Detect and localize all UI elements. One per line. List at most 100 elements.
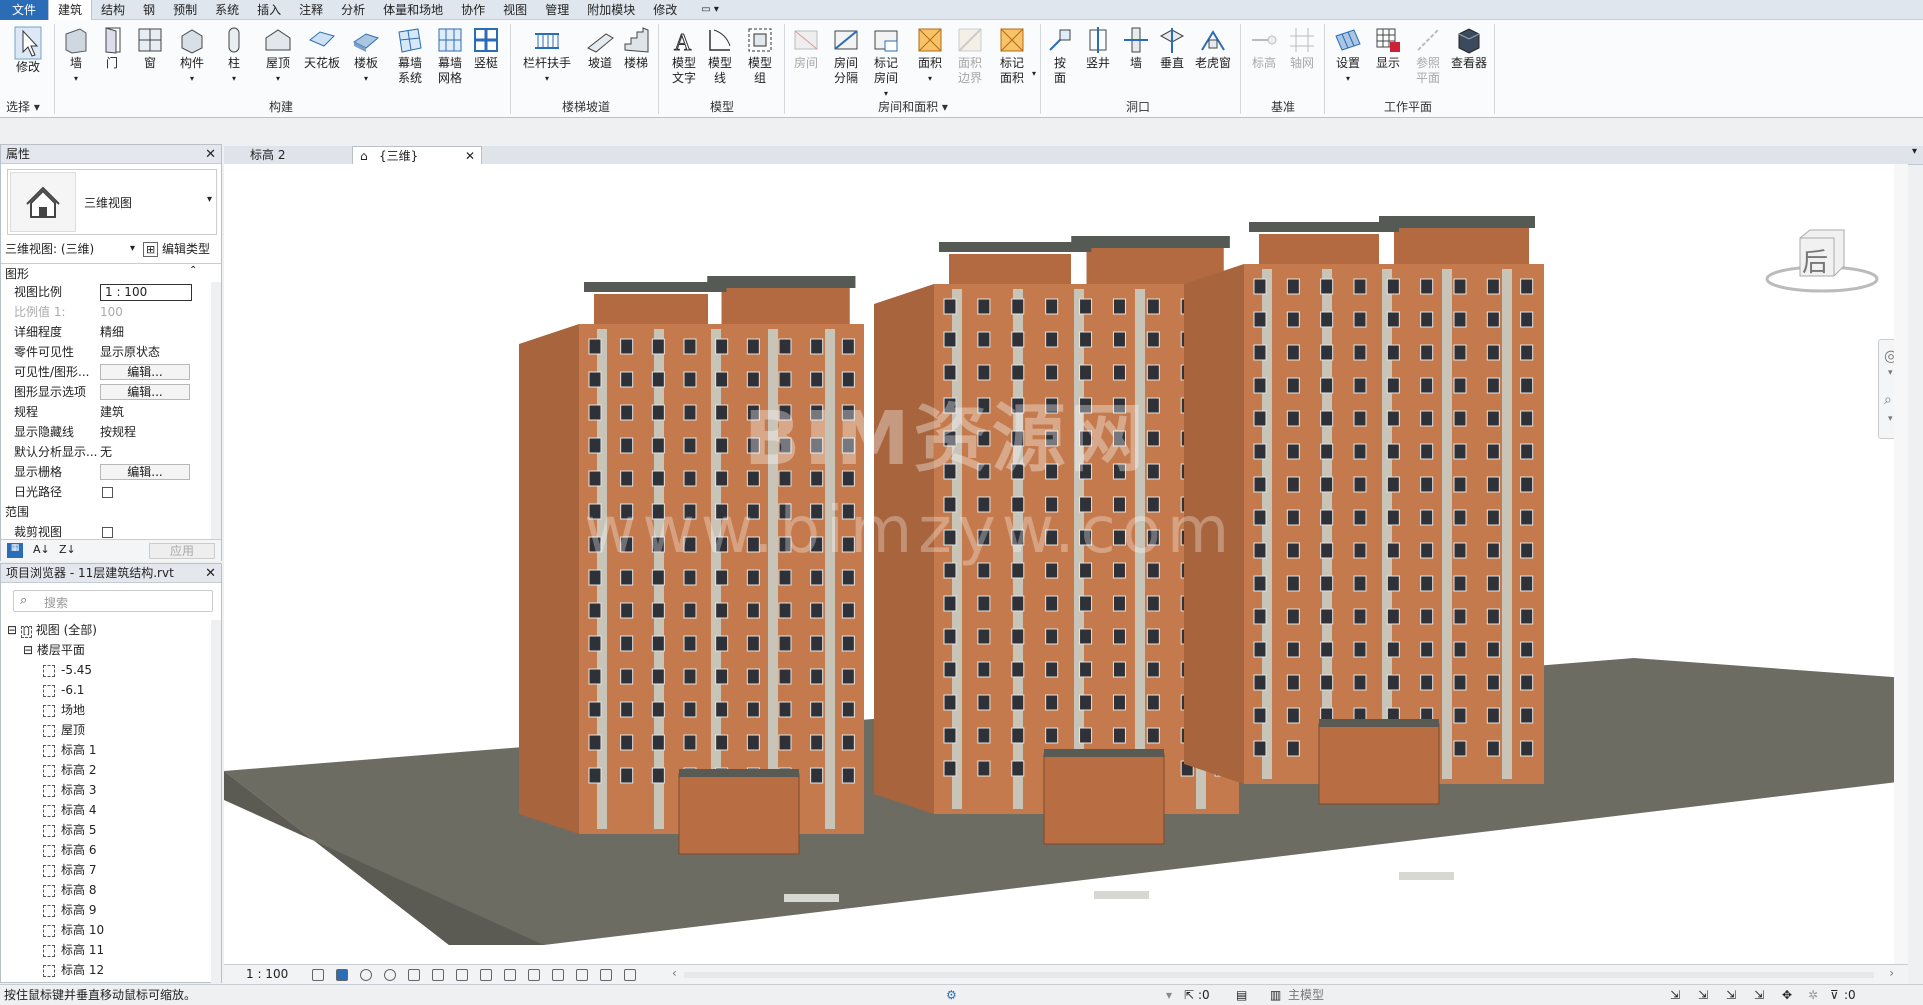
properties-scrollbar[interactable] — [211, 282, 221, 542]
tab-level-2[interactable]: 标高 2 — [224, 146, 349, 165]
model-group-button[interactable]: 模型 组 — [740, 26, 780, 86]
lock-3d-icon[interactable] — [480, 969, 492, 981]
close-icon[interactable]: ✕ — [205, 564, 216, 583]
show-grids-edit-button[interactable]: 编辑... — [100, 464, 190, 480]
component-button[interactable]: 构件 ▾ — [172, 26, 212, 86]
detail-level-icon[interactable] — [312, 969, 324, 981]
ceiling-button[interactable]: 天花板 — [302, 26, 342, 71]
model-text-button[interactable]: A 模型 文字 — [664, 26, 704, 86]
type-selector[interactable]: 三维视图 ▾ — [7, 169, 217, 235]
crop-view-icon[interactable] — [432, 969, 444, 981]
area-boundary-button[interactable]: 面积 边界 — [950, 26, 990, 86]
tree-item[interactable]: 标高 9 — [43, 900, 96, 920]
tree-item[interactable]: 标高 1 — [43, 740, 96, 760]
menu-insert[interactable]: 插入 — [248, 0, 290, 20]
viewer-button[interactable]: 查看器 — [1446, 26, 1492, 71]
tab-3d[interactable]: ⌂ {三维} ✕ — [352, 146, 482, 165]
search-input[interactable]: ⌕ 搜索 — [13, 590, 213, 612]
edit-type-button[interactable]: ⊞ 编辑类型 — [143, 240, 210, 258]
scale-selector[interactable]: 1 : 100 — [246, 967, 288, 981]
roof-button[interactable]: 屋顶 ▾ — [258, 26, 298, 86]
drag-elements-icon[interactable]: ✥ — [1782, 985, 1792, 1005]
chevron-down-icon[interactable]: ▾ — [1166, 985, 1172, 1005]
prop-discipline[interactable]: 规程 建筑 — [1, 402, 191, 422]
select-pinned-icon[interactable]: ⇲ — [1726, 985, 1736, 1005]
apply-button[interactable]: 应用 — [149, 543, 215, 559]
shaft-button[interactable]: 竖井 — [1078, 26, 1118, 71]
window-button[interactable]: 窗 — [130, 26, 170, 71]
filter-icon[interactable]: ⊽ — [1830, 985, 1839, 1005]
prop-detail-level[interactable]: 详细程度 精细 — [1, 322, 191, 342]
visibility-edit-button[interactable]: 编辑... — [100, 364, 190, 380]
zoom-icon[interactable]: ⌕ — [1884, 392, 1892, 408]
chevron-down-icon[interactable]: ▾ — [1888, 368, 1893, 378]
sun-path-checkbox[interactable] — [102, 487, 113, 498]
3d-viewport[interactable]: BIM资源网 www.bimzyw.com 后 ◎ ▾ ⌕ ▾ — [224, 164, 1908, 964]
tree-item[interactable]: 标高 6 — [43, 840, 96, 860]
scroll-right-icon[interactable]: › — [1889, 966, 1894, 980]
menu-manage[interactable]: 管理 — [536, 0, 578, 20]
sun-path-icon[interactable] — [360, 969, 372, 981]
tree-item[interactable]: 标高 4 — [43, 800, 96, 820]
select-linked-icon[interactable]: ⇲ — [1670, 985, 1680, 1005]
wall-button[interactable]: 墙 ▾ — [56, 26, 96, 86]
worksharing-icon[interactable] — [552, 969, 564, 981]
menu-annotate[interactable]: 注释 — [290, 0, 332, 20]
menu-architecture[interactable]: 建筑 — [48, 0, 93, 20]
vertical-opening-button[interactable]: 垂直 — [1152, 26, 1192, 71]
tree-item[interactable]: 标高 12 — [43, 960, 104, 980]
render-icon[interactable] — [408, 969, 420, 981]
modify-button[interactable]: 修改 — [8, 26, 48, 75]
curtain-grid-button[interactable]: 幕墙 网格 — [430, 26, 470, 86]
model-line-button[interactable]: 模型 线 — [700, 26, 740, 86]
analytical-model-icon[interactable] — [600, 969, 612, 981]
prop-hidden-lines[interactable]: 显示隐藏线 按规程 — [1, 422, 191, 442]
menu-analyze[interactable]: 分析 — [332, 0, 374, 20]
reference-plane-button[interactable]: 参照 平面 — [1408, 26, 1448, 86]
curtain-system-button[interactable]: 幕墙 系统 — [390, 26, 430, 86]
menu-addins[interactable]: 附加模块 — [578, 0, 644, 20]
view-selector[interactable]: 三维视图: (三维) ▾ — [5, 240, 135, 258]
menu-modify[interactable]: 修改 — [644, 0, 686, 20]
select-links-icon[interactable]: ⇱ — [1184, 985, 1194, 1005]
select-dropdown[interactable]: 选择 ▾ — [6, 98, 50, 115]
view-scale-input[interactable]: 1 : 100 — [100, 284, 192, 301]
viewport-scrollbar[interactable] — [1894, 164, 1908, 964]
background-process-icon[interactable]: ✲ — [1808, 985, 1818, 1005]
main-model-icon[interactable]: ▥ — [1270, 985, 1281, 1005]
tree-item[interactable]: 场地 — [43, 700, 85, 720]
select-underlay-icon[interactable]: ⇲ — [1698, 985, 1708, 1005]
tree-root[interactable]: ⊟ [] 视图 (全部) — [7, 620, 97, 640]
room-button[interactable]: 房间 — [786, 26, 826, 71]
tree-item[interactable]: 屋顶 — [43, 720, 85, 740]
graphic-display-edit-button[interactable]: 编辑... — [100, 384, 190, 400]
door-button[interactable]: 门 — [92, 26, 132, 71]
tree-item[interactable]: -5.45 — [43, 660, 92, 680]
select-by-face-icon[interactable]: ⇲ — [1754, 985, 1764, 1005]
menu-view[interactable]: 视图 — [494, 0, 536, 20]
tree-item[interactable]: -6.1 — [43, 680, 84, 700]
sort-category-icon[interactable]: ▦ — [7, 543, 23, 558]
sort-ascending-icon[interactable]: A↓ — [33, 543, 50, 556]
menu-precast[interactable]: 预制 — [164, 0, 206, 20]
tabs-menu-icon[interactable]: ▾ — [1912, 146, 1917, 157]
area-button[interactable]: 面积 ▾ — [910, 26, 950, 86]
temp-properties-icon[interactable] — [576, 969, 588, 981]
tree-item[interactable]: 标高 10 — [43, 920, 104, 940]
dormer-button[interactable]: 老虎窗 — [1190, 26, 1236, 71]
constraints-icon[interactable] — [624, 969, 636, 981]
tree-floor-plans[interactable]: ⊟ 楼层平面 — [23, 640, 85, 660]
tag-room-button[interactable]: 标记 房间 ▾ — [866, 26, 906, 101]
tree-item[interactable]: 标高 11 — [43, 940, 104, 960]
stair-button[interactable]: 楼梯 — [616, 26, 656, 71]
visual-style-icon[interactable] — [336, 969, 348, 981]
show-workplane-button[interactable]: 显示 — [1368, 26, 1408, 71]
railing-button[interactable]: 栏杆扶手 ▾ — [518, 26, 576, 86]
menu-steel[interactable]: 钢 — [134, 0, 164, 20]
prop-parts-visibility[interactable]: 零件可见性 显示原状态 — [1, 342, 191, 362]
floor-button[interactable]: 楼板 ▾ — [346, 26, 386, 86]
menu-file[interactable]: 文件 — [0, 0, 49, 20]
scroll-left-icon[interactable]: ‹ — [672, 966, 677, 980]
wall-opening-button[interactable]: 墙 — [1116, 26, 1156, 71]
prop-analysis-display[interactable]: 默认分析显示... 无 — [1, 442, 191, 462]
